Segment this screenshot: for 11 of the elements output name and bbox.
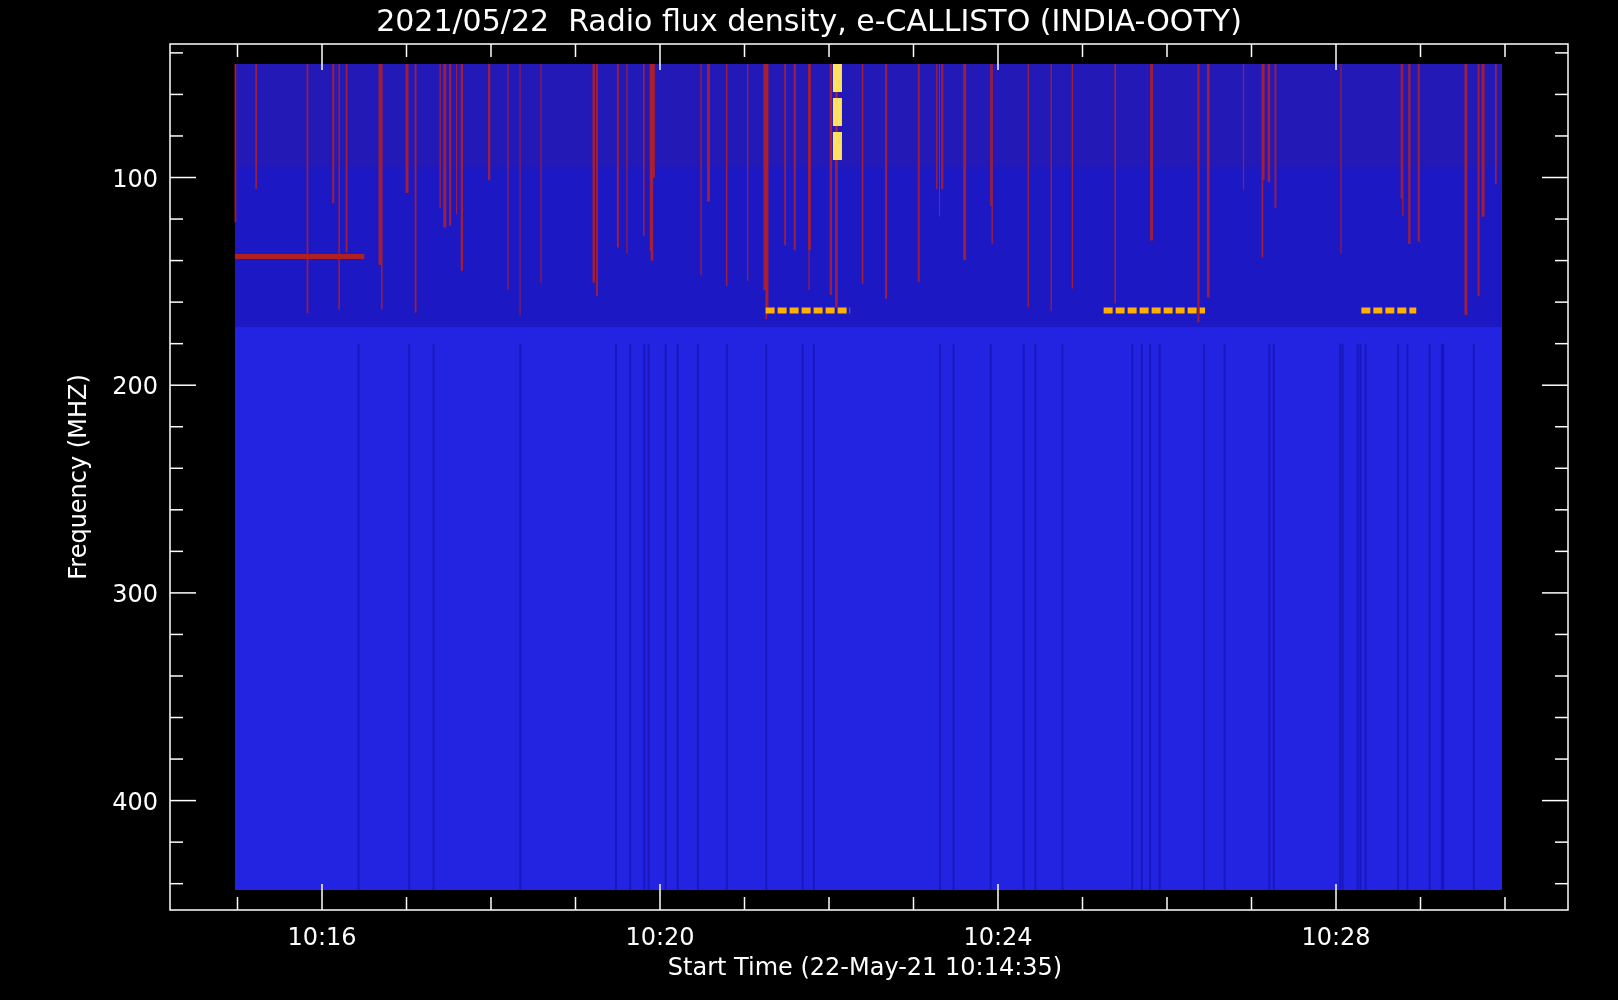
axis-title: Start Time (22-May-21 10:14:35) — [667, 953, 1063, 981]
chart-title: 2021/05/22 Radio flux density, e-CALLISTO (INDIA-OOTY) — [376, 3, 1242, 38]
tick-label: 10:20 — [625, 923, 695, 951]
tick-label: 400 — [112, 787, 158, 816]
tick-label: 200 — [112, 372, 158, 401]
axis-title: Frequency (MHZ) — [64, 374, 92, 580]
tick-label: 100 — [112, 164, 158, 193]
tick-label: 10:28 — [1301, 923, 1371, 951]
tick-label: 10:24 — [963, 923, 1033, 951]
tick-label: 10:16 — [287, 923, 357, 951]
tick-label: 300 — [112, 579, 158, 608]
